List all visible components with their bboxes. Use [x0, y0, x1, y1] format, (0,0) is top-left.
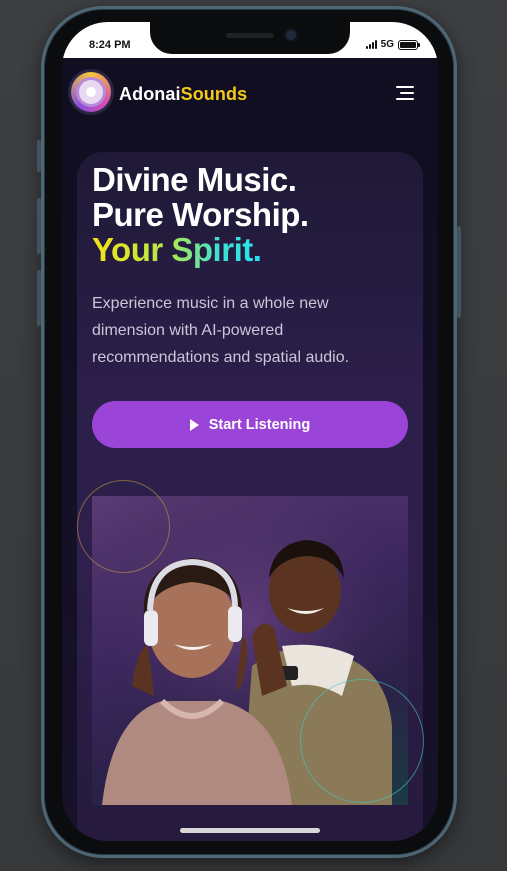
headline-line-3: Your Spirit. [92, 231, 262, 268]
brand-primary: Adonai [119, 84, 181, 104]
logo-disc-icon[interactable] [71, 72, 111, 112]
headline-line-2: Pure Worship. [92, 196, 309, 233]
start-listening-label: Start Listening [208, 416, 311, 433]
network-label: 5G [380, 39, 394, 50]
menu-icon[interactable] [394, 86, 414, 100]
battery-icon [398, 39, 420, 50]
power-button [457, 226, 461, 318]
phone-screen: 8:24 PM 5G AdonaiSounds Divine Music. Pu… [62, 22, 438, 841]
decorative-ring-teal [300, 679, 424, 803]
signal-icon [365, 40, 377, 49]
speaker-grille [226, 33, 274, 38]
decorative-ring-gold [77, 480, 170, 573]
headline-line-1: Divine Music. [92, 161, 297, 198]
device-stage: 8:24 PM 5G AdonaiSounds Divine Music. Pu… [0, 0, 507, 871]
hero-description: Experience music in a whole new dimensio… [92, 295, 350, 366]
hero-headline: Divine Music. Pure Worship. Your Spirit. [92, 162, 309, 267]
brand-name[interactable]: AdonaiSounds [119, 84, 247, 105]
start-listening-button[interactable]: Start Listening [92, 401, 408, 448]
status-time: 8:24 PM [89, 39, 131, 51]
notch [150, 22, 350, 54]
front-camera [286, 30, 296, 40]
status-indicators: 5G [365, 39, 420, 50]
home-indicator[interactable] [180, 828, 320, 833]
brand-accent: Sounds [180, 84, 248, 104]
play-icon [189, 418, 199, 431]
navbar: AdonaiSounds [62, 58, 438, 122]
status-bar: 8:24 PM 5G [62, 22, 438, 58]
